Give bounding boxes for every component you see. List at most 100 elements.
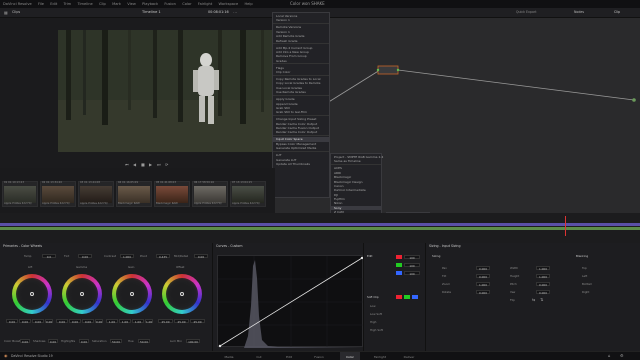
- sizing-input[interactable]: 1.000: [536, 266, 550, 271]
- offset-wheel[interactable]: [162, 274, 202, 314]
- channel-green[interactable]: [396, 263, 402, 267]
- temp-input[interactable]: 0.0: [42, 254, 56, 259]
- sizing-input[interactable]: 0.000: [476, 290, 490, 295]
- lift-value[interactable]: 0.00: [19, 319, 31, 324]
- sizing-input[interactable]: 0.000: [536, 282, 550, 287]
- viewer-image[interactable]: [58, 30, 273, 152]
- middetail-input[interactable]: 0.00: [194, 254, 208, 259]
- edit-value-blue[interactable]: 100: [404, 271, 420, 276]
- flip-vertical-icon[interactable]: ⇅: [540, 298, 543, 302]
- clip-image: [42, 186, 74, 203]
- sizing-input[interactable]: 1.000: [476, 282, 490, 287]
- sizing-input[interactable]: 0.000: [476, 266, 490, 271]
- prev-clip-icon[interactable]: ⏮: [125, 163, 129, 167]
- channel-red[interactable]: [396, 255, 402, 259]
- sizing-input[interactable]: 0.000: [476, 274, 490, 279]
- gallery-icon[interactable]: ▦: [4, 11, 8, 15]
- flip-horizontal-icon[interactable]: ⇆: [532, 298, 535, 302]
- clip-thumbnail[interactable]: 02 01:13:34:20 Apple ProRes 422 HQ: [40, 181, 76, 207]
- tint-input[interactable]: 0.00: [78, 254, 92, 259]
- menu-item-file[interactable]: File: [38, 2, 44, 7]
- menu-divider: [273, 134, 329, 137]
- saturation-input[interactable]: 50.00: [110, 339, 122, 344]
- gamma-wheel[interactable]: [62, 274, 102, 314]
- offset-value[interactable]: 25.00: [190, 319, 205, 324]
- edit-value-red[interactable]: 100: [404, 255, 420, 260]
- channel-red[interactable]: [396, 295, 402, 299]
- page-navigation: ◉ DaVinci Resolve Studio 19 Media Cut Ed…: [0, 351, 640, 360]
- page-tab-cut[interactable]: Cut: [252, 353, 266, 359]
- clip-thumbnail[interactable]: 03 01:13:44:08 Apple ProRes 422 HQ: [78, 181, 114, 207]
- menu-item-playback[interactable]: Playback: [142, 2, 158, 7]
- page-tab-color[interactable]: Color: [340, 352, 360, 360]
- channel-green[interactable]: [404, 295, 410, 299]
- edit-value-green[interactable]: 100: [404, 263, 420, 268]
- lift-value[interactable]: 0.00: [6, 319, 18, 324]
- gamma-value[interactable]: 0.00: [56, 319, 68, 324]
- clip-number: 03: [80, 181, 84, 184]
- play-reverse-icon[interactable]: ◀: [133, 163, 136, 167]
- gamma-value[interactable]: 0.00: [95, 319, 103, 324]
- lummix-input[interactable]: 100.00: [186, 339, 200, 344]
- page-tab-edit[interactable]: Edit: [282, 353, 296, 359]
- timeline-name[interactable]: Timeline 1: [142, 10, 161, 15]
- viewer-options-icon[interactable]: ⋯: [233, 11, 237, 15]
- channel-blue[interactable]: [396, 271, 402, 275]
- clip-thumbnail[interactable]: 05 01:41:08:03 Blackmagic RAW: [154, 181, 190, 207]
- menu-item-view[interactable]: View: [127, 2, 136, 7]
- menu-item-workspace[interactable]: Workspace: [219, 2, 239, 7]
- curve-graph[interactable]: [217, 255, 364, 348]
- gamma-value[interactable]: 0.00: [69, 319, 81, 324]
- gain-value[interactable]: 1.00: [119, 319, 131, 324]
- gain-value[interactable]: 1.00: [106, 319, 118, 324]
- menu-item-fusion[interactable]: Fusion: [164, 2, 176, 7]
- highlights-input[interactable]: 0.00: [79, 339, 89, 344]
- menu-item-clip[interactable]: Clip: [99, 2, 106, 7]
- offset-value[interactable]: 25.00: [158, 319, 173, 324]
- gain-value[interactable]: 1.00: [145, 319, 153, 324]
- next-clip-icon[interactable]: ⏭: [157, 163, 161, 167]
- page-tab-fairlight[interactable]: Fairlight: [372, 353, 388, 359]
- colorboost-input[interactable]: 0.00: [20, 339, 30, 344]
- menu-item-mark[interactable]: Mark: [112, 2, 121, 7]
- menu-item-edit[interactable]: Edit: [50, 2, 57, 7]
- sizing-input[interactable]: 1.000: [536, 274, 550, 279]
- clip-thumbnail[interactable]: 06 17:58:59:16 Apple ProRes 422 HQ: [192, 181, 228, 207]
- menu-item-timeline[interactable]: Timeline: [77, 2, 92, 7]
- sizing-input[interactable]: 0.000: [536, 290, 550, 295]
- gain-wheel[interactable]: [112, 274, 152, 314]
- menu-item-app[interactable]: DaVinci Resolve: [3, 2, 32, 7]
- page-tab-deliver[interactable]: Deliver: [402, 353, 416, 359]
- playhead[interactable]: [565, 216, 566, 236]
- menu-item-color[interactable]: Color: [182, 2, 191, 7]
- gain-value[interactable]: 1.00: [132, 319, 144, 324]
- menu-update-thumbnails[interactable]: Update All Thumbnails: [273, 162, 329, 166]
- mini-timeline[interactable]: [0, 213, 640, 243]
- page-tab-media[interactable]: Media: [222, 353, 236, 359]
- contrast-input[interactable]: 1.000: [120, 254, 134, 259]
- offset-value[interactable]: 25.00: [174, 319, 189, 324]
- loop-icon[interactable]: ⟳: [165, 163, 168, 167]
- stop-icon[interactable]: ■: [141, 163, 145, 167]
- node-mode-label[interactable]: Clip: [614, 10, 620, 14]
- clip-thumbnail[interactable]: 07 13:13:04:15 Apple ProRes 422 HQ: [230, 181, 266, 207]
- hue-input[interactable]: 50.00: [138, 339, 150, 344]
- clip-thumbnail[interactable]: 01 01:10:13:23 Apple ProRes 422 HQ: [2, 181, 38, 207]
- zoom-select[interactable]: Clips: [12, 10, 20, 14]
- home-icon[interactable]: ⌂: [608, 354, 611, 358]
- menu-item-help[interactable]: Help: [244, 2, 252, 7]
- settings-icon[interactable]: ⚙: [620, 354, 624, 358]
- lift-value[interactable]: 0.00: [45, 319, 53, 324]
- gamma-value[interactable]: 0.00: [82, 319, 94, 324]
- lift-value[interactable]: 0.00: [32, 319, 44, 324]
- lift-wheel[interactable]: [12, 274, 52, 314]
- page-tab-fusion[interactable]: Fusion: [312, 353, 326, 359]
- play-icon[interactable]: ▶: [149, 163, 152, 167]
- shadows-input[interactable]: 0.00: [48, 339, 58, 344]
- pivot-input[interactable]: 0.435: [156, 254, 170, 259]
- page-tab-label: Cut: [256, 355, 262, 359]
- menu-item-fairlight[interactable]: Fairlight: [198, 2, 212, 7]
- clip-thumbnail[interactable]: 04 01:16:05:09 Blackmagic RAW: [116, 181, 152, 207]
- menu-item-trim[interactable]: Trim: [64, 2, 72, 7]
- channel-blue[interactable]: [412, 295, 418, 299]
